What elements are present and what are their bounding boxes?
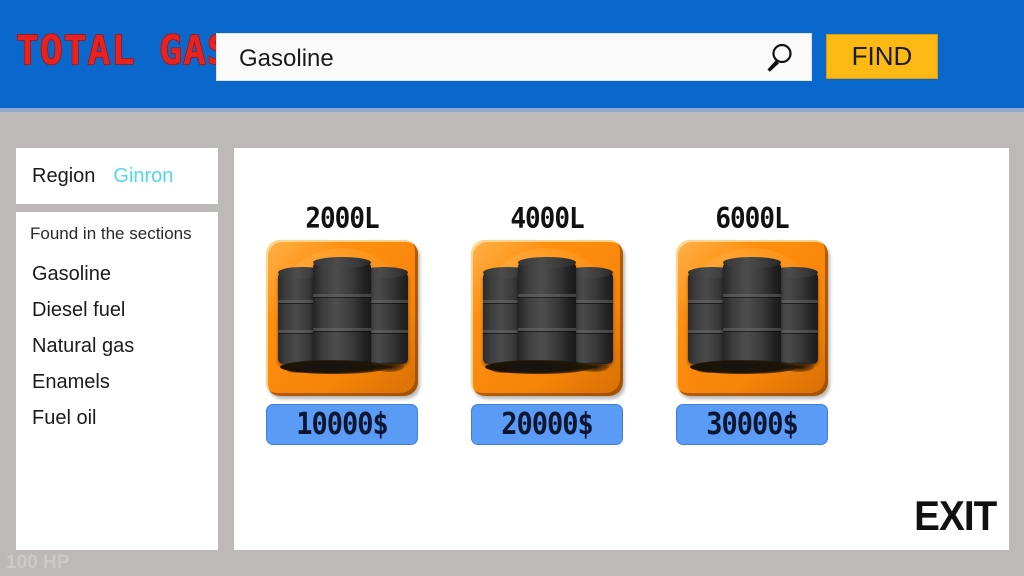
header-underline [0,108,1024,112]
oil-spill-icon [784,362,814,372]
product-image-tile[interactable] [266,240,418,396]
exit-button[interactable]: EXIT [914,492,997,540]
hp-status: 100 HP [6,552,70,573]
region-panel[interactable]: Region Ginron [16,148,218,204]
app-logo: TOTAL GAS [15,26,231,74]
find-button[interactable]: FIND [826,34,938,79]
region-label: Region [32,164,96,187]
oil-barrel-icon [313,257,371,367]
product-volume-label: 2000L [304,201,381,237]
product-price-button[interactable]: 30000$ [676,404,828,445]
product-price-button[interactable]: 20000$ [471,404,623,445]
product-price-label: 20000$ [501,407,594,442]
oil-spill-icon [696,366,718,373]
product-image-tile[interactable] [471,240,623,396]
region-value[interactable]: Ginron [113,165,173,188]
sections-list: Gasoline Diesel fuel Natural gas Enamels… [16,256,218,436]
oil-spill-icon [374,362,404,372]
search-icon[interactable] [763,42,795,74]
product-image-tile[interactable] [676,240,828,396]
oil-spill-icon [286,366,308,373]
search-box[interactable] [216,33,812,81]
product-card[interactable]: 6000L 30000$ [676,201,828,445]
product-price-button[interactable]: 10000$ [266,404,418,445]
product-volume-label: 6000L [714,201,791,237]
product-card[interactable]: 2000L 10000$ [266,201,418,445]
product-volume-label: 4000L [509,201,586,237]
sidebar-item-enamels[interactable]: Enamels [16,364,218,400]
sidebar-item-diesel-fuel[interactable]: Diesel fuel [16,292,218,328]
sections-title: Found in the sections [30,224,192,243]
oil-barrel-icon [518,257,576,367]
sections-panel: Found in the sections Gasoline Diesel fu… [16,212,218,550]
main-panel: 2000L 10000$ 4000L 20000$ 6000L 30000$ E… [234,148,1009,550]
product-card[interactable]: 4000L 20000$ [471,201,623,445]
sidebar-item-fuel-oil[interactable]: Fuel oil [16,400,218,436]
oil-spill-icon [579,362,609,372]
search-input[interactable] [237,44,721,74]
oil-barrel-icon [723,257,781,367]
product-price-label: 30000$ [706,407,799,442]
sidebar-item-natural-gas[interactable]: Natural gas [16,328,218,364]
oil-spill-icon [491,366,513,373]
product-price-label: 10000$ [296,407,389,442]
sidebar-item-gasoline[interactable]: Gasoline [16,256,218,292]
